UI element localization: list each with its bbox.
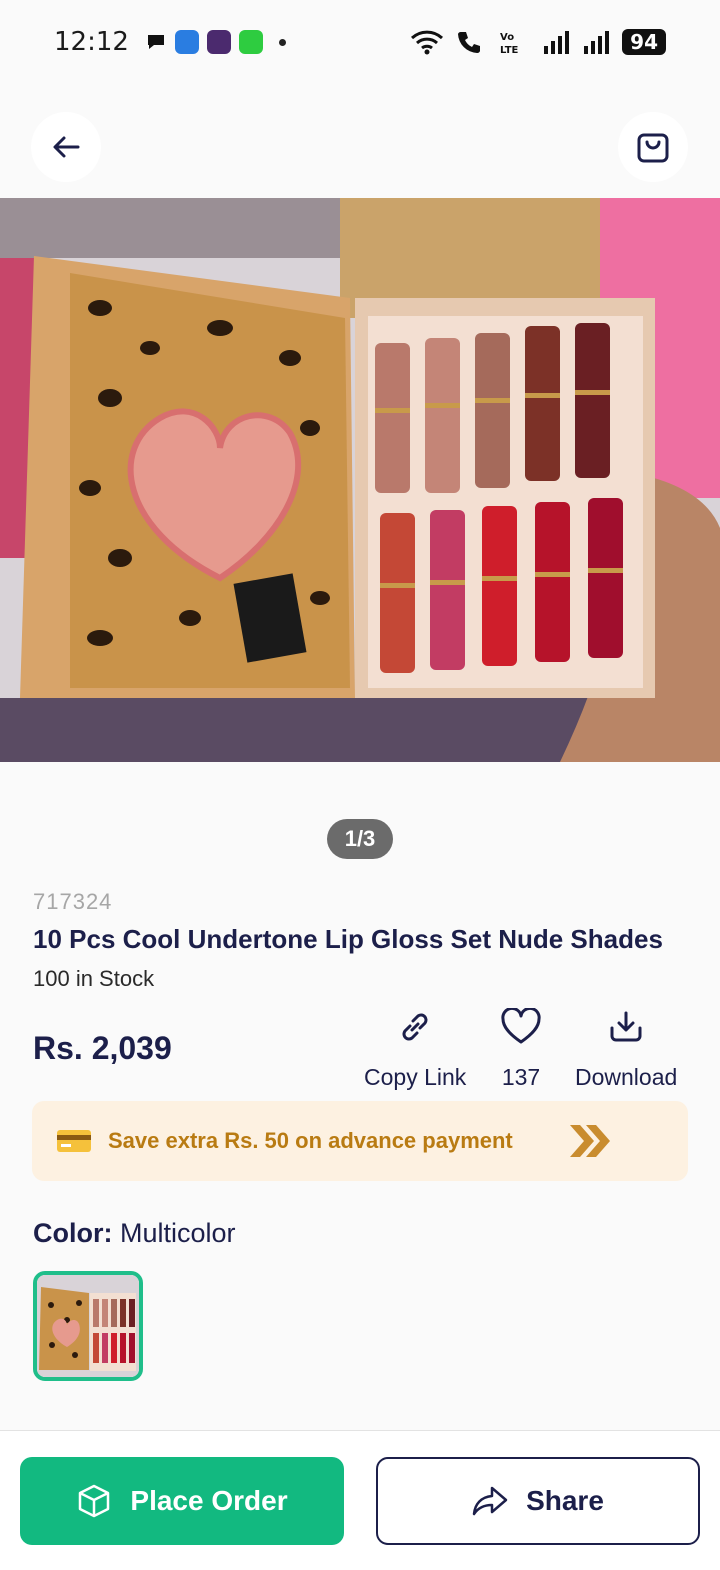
color-label: Color: — [33, 1218, 113, 1248]
share-button[interactable]: Share — [376, 1457, 700, 1545]
download-label: Download — [575, 1064, 678, 1090]
copy-link-label: Copy Link — [364, 1064, 467, 1090]
volte-icon: Vo LTE — [500, 32, 519, 55]
color-swatch-multicolor[interactable] — [33, 1271, 143, 1381]
product-detail-screen: 12:12 Vo LTE 94 1/3 717324 10 Pcs Cool U… — [0, 0, 720, 1570]
signal-icon — [584, 31, 610, 54]
bottom-action-bar: Place Order Share — [0, 1430, 720, 1570]
double-chevron-right-icon — [570, 1125, 610, 1157]
signal-icon — [544, 31, 570, 54]
place-order-label: Place Order — [130, 1485, 288, 1516]
product-price: Rs. 2,039 — [33, 1030, 172, 1066]
credit-card-icon — [57, 1130, 91, 1152]
app-icon-green — [238, 30, 263, 54]
svg-text:LTE: LTE — [500, 45, 519, 55]
wifi-icon — [411, 30, 444, 55]
image-pager-indicator: 1/3 — [327, 819, 393, 859]
lip-gloss-kit-photo — [0, 198, 720, 762]
chat-bubble-icon — [147, 35, 164, 49]
app-icon-blue — [174, 30, 199, 54]
product-sku: 717324 — [33, 889, 113, 914]
call-icon — [458, 31, 481, 54]
battery-level: 94 — [622, 29, 666, 55]
box-icon — [79, 1484, 110, 1518]
product-image[interactable] — [0, 198, 720, 762]
likes-count: 137 — [501, 1064, 541, 1090]
advance-payment-banner[interactable]: Save extra Rs. 50 on advance payment — [32, 1101, 688, 1181]
status-bar: 12:12 Vo LTE 94 — [0, 0, 720, 84]
cart-button[interactable] — [618, 112, 688, 182]
color-value: Multicolor — [120, 1218, 236, 1248]
link-icon — [402, 1013, 428, 1041]
status-time: 12:12 — [54, 27, 129, 57]
heart-icon — [501, 1008, 541, 1044]
color-selector-label: Color: Multicolor — [33, 1218, 236, 1249]
like-button[interactable]: 137 — [500, 1008, 542, 1091]
arrow-left-icon — [53, 136, 80, 158]
svg-text:Vo: Vo — [500, 32, 514, 43]
system-icons: Vo LTE 94 — [410, 29, 666, 55]
app-icon-purple-16 — [206, 30, 231, 54]
share-label: Share — [526, 1485, 604, 1516]
share-arrow-icon — [472, 1486, 508, 1516]
download-button[interactable]: Download — [575, 1008, 677, 1091]
promo-text: Save extra Rs. 50 on advance payment — [108, 1128, 513, 1153]
copy-link-button[interactable]: Copy Link — [364, 1008, 466, 1091]
product-title: 10 Pcs Cool Undertone Lip Gloss Set Nude… — [33, 924, 663, 954]
place-order-button[interactable]: Place Order — [20, 1457, 344, 1545]
stock-status: 100 in Stock — [33, 966, 155, 991]
more-notifications-dot — [278, 38, 286, 46]
back-button[interactable] — [31, 112, 101, 182]
download-icon — [610, 1011, 642, 1042]
swatch-thumbnail — [37, 1275, 139, 1377]
shopping-bag-icon — [637, 133, 669, 163]
notification-icons — [145, 30, 286, 54]
